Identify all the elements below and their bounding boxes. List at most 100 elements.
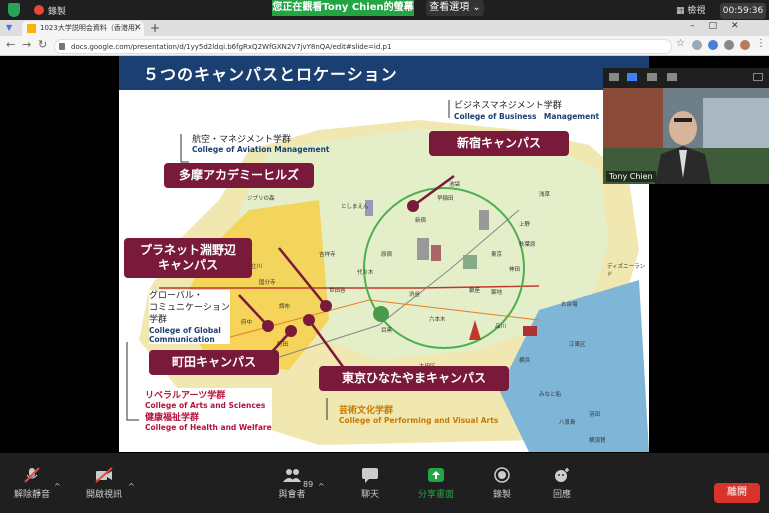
participants-options-icon[interactable]: ^ <box>318 482 325 491</box>
map-place-label: 六本木 <box>429 317 446 323</box>
map-place-label: としまえん <box>341 204 369 210</box>
map-place-label: 早稲田 <box>437 196 454 202</box>
college-arts-en: College of Arts and Sciences <box>145 401 266 410</box>
map-place-label: 東京 <box>491 252 503 258</box>
reactions-icon <box>555 468 569 482</box>
share-screen-icon <box>428 468 444 482</box>
map-place-label: 町田 <box>277 342 289 348</box>
star-icon[interactable]: ☆ <box>676 38 685 49</box>
video-options-icon[interactable]: ^ <box>128 482 135 491</box>
unmute-label: 解除靜音 <box>13 490 50 500</box>
map-place-label: 新宿 <box>415 218 427 224</box>
start-video-button[interactable]: 開啟視訊 <box>74 467 134 500</box>
recording-label: 錄製 <box>48 7 67 17</box>
audio-options-icon[interactable]: ^ <box>54 482 61 491</box>
reactions-label: 回應 <box>552 490 571 500</box>
view-options-label: 查看選項 <box>429 2 470 13</box>
college-health-en: College of Health and Welfare <box>145 423 272 432</box>
slides-favicon-icon <box>27 24 36 33</box>
college-aviation-jp: 航空・マネジメント学群 <box>192 135 292 145</box>
map-place-label: 目黒 <box>381 328 393 334</box>
callout-machida: 町田キャンパス <box>149 350 279 375</box>
chrome-kebab-icon[interactable]: ⋮ <box>756 38 766 49</box>
window-controls[interactable]: –□✕ <box>690 21 753 31</box>
reload-icon[interactable]: ↻ <box>38 38 47 51</box>
callout-shinjuku: 新宿キャンパス <box>429 131 569 156</box>
layout-icon-2[interactable] <box>647 73 657 81</box>
share-screen-button[interactable]: 分享畫面 <box>406 467 466 500</box>
extension-icon-2[interactable] <box>708 40 718 50</box>
college-business: ビジネスマネジメント学群 College of Business Managem… <box>454 98 599 122</box>
extensions-puzzle-icon[interactable] <box>724 40 734 50</box>
gallery-icon[interactable] <box>667 73 677 81</box>
map-place-label: 銀座 <box>469 288 481 294</box>
extension-icon[interactable] <box>692 40 702 50</box>
reactions-button[interactable]: 回應 <box>532 467 592 500</box>
map-place-label: 国分寺 <box>259 280 276 286</box>
college-global-jp: グローバル・ コミュニケーション 学群 <box>149 291 230 325</box>
share-screen-label: 分享畫面 <box>417 490 454 500</box>
college-aviation: 航空・マネジメント学群 College of Aviation Manageme… <box>192 132 330 154</box>
map-place-label: お台場 <box>561 302 578 308</box>
layout-active-icon[interactable] <box>627 73 637 81</box>
college-perform-en: College of Performing and Visual Arts <box>339 416 499 425</box>
viewing-banner: 您正在觀看Tony Chien的螢幕 <box>272 0 414 16</box>
map-place-label: 原宿 <box>381 252 393 258</box>
profile-avatar[interactable] <box>740 40 750 50</box>
callout-tama: 多摩アカデミーヒルズ <box>164 163 314 188</box>
college-global-en: College of Global Communication <box>149 326 221 344</box>
map-place-label: 上野 <box>519 222 531 228</box>
view-button-label: 檢視 <box>687 6 706 16</box>
college-arts: リベラルアーツ学群 College of Arts and Sciences 健… <box>145 388 272 432</box>
presentation-slide: ５つのキャンパスとロケーション ジブリの森 としまえん 立川 吉祥寺 国分寺 府… <box>119 56 649 452</box>
participants-icon <box>283 469 301 482</box>
lock-icon <box>59 43 65 50</box>
callout-planet: プラネット淵野辺 キャンパス <box>124 238 252 278</box>
participants-label: 與會者 <box>278 490 306 500</box>
map-place-label: 築地 <box>491 290 503 296</box>
video-layout-bar <box>603 68 769 88</box>
chat-button[interactable]: 聊天 <box>340 467 400 500</box>
college-health-jp: 健康福祉学群 <box>145 413 200 423</box>
chrome-menu-icon[interactable]: ▼ <box>6 23 12 32</box>
college-business-jp: ビジネスマネジメント学群 <box>454 101 562 111</box>
map-place-label: 神田 <box>509 267 521 273</box>
slide-title: ５つのキャンパスとロケーション <box>143 65 398 84</box>
college-aviation-en: College of Aviation Management <box>192 145 330 154</box>
back-icon[interactable]: ← <box>6 38 15 51</box>
college-perform-jp: 芸術文化学群 <box>339 406 394 416</box>
forward-icon[interactable]: → <box>22 38 31 51</box>
expand-icon[interactable] <box>753 73 763 81</box>
layout-icon[interactable] <box>609 73 619 81</box>
record-label: 錄製 <box>492 490 511 500</box>
leave-button[interactable]: 離開 <box>714 483 760 503</box>
college-perform: 芸術文化学群 College of Performing and Visual … <box>339 403 498 425</box>
security-shield-icon[interactable] <box>8 3 20 17</box>
browser-tab[interactable]: 1023大学説明会資料（香港用） <box>22 21 144 36</box>
url-bar[interactable]: docs.google.com/presentation/d/1yy5d2ldq… <box>54 39 672 54</box>
recording-icon <box>34 5 44 15</box>
map-place-label: 代々木 <box>357 270 374 276</box>
map-place-label: 世田谷 <box>329 288 346 294</box>
tab-close-icon[interactable]: ✕ <box>134 21 142 36</box>
map-place-label: 調布 <box>279 304 291 310</box>
unmute-button[interactable]: 解除靜音 <box>2 467 62 500</box>
map-place-label: 八景島 <box>559 420 576 426</box>
map-place-label: 秋葉原 <box>519 242 536 248</box>
map-place-label: ジブリの森 <box>247 196 275 202</box>
participants-count: 89 <box>303 480 314 489</box>
view-button[interactable]: ▦ 檢視 <box>676 3 705 16</box>
view-options-button[interactable]: 查看選項 ⌄ <box>426 0 484 16</box>
mic-muted-icon <box>24 467 40 483</box>
map-place-label: 羽田 <box>589 412 601 418</box>
map-place-label: 浅草 <box>539 192 551 198</box>
map-place-label: 池袋 <box>449 182 461 188</box>
video-off-icon <box>95 467 113 483</box>
map-place-label: ディズニーランド <box>607 264 646 278</box>
new-tab-icon[interactable]: + <box>150 20 160 36</box>
meeting-timer: 00:59:36 <box>720 3 766 19</box>
map-place-label: みなと船 <box>539 392 562 398</box>
map-place-label: 渋谷 <box>409 292 421 298</box>
start-video-label: 開啟視訊 <box>85 490 122 500</box>
record-button[interactable]: 錄製 <box>472 467 532 500</box>
